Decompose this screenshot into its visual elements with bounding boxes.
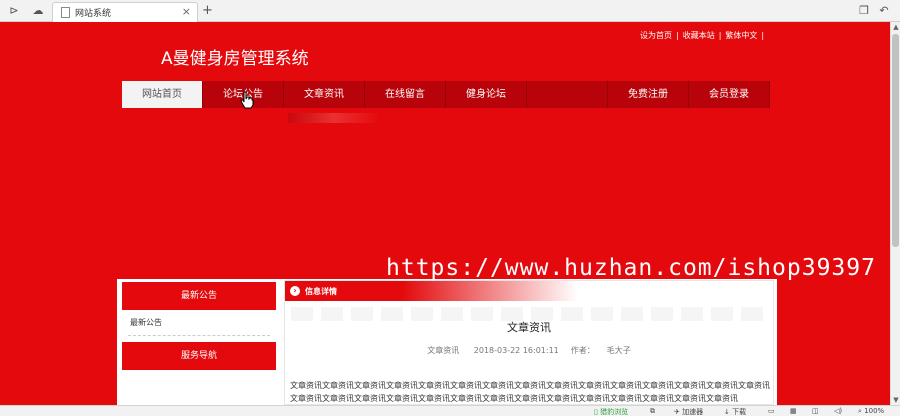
- author-label: 作者：: [570, 346, 595, 355]
- nav-item-login[interactable]: 会员登录: [689, 81, 770, 108]
- page-viewport: A曼健身房管理系统 设为首页 | 收藏本站 | 繁体中文 | 网站首页 论坛公告 文章资讯…: [0, 22, 890, 405]
- new-tab-button[interactable]: +: [202, 3, 213, 18]
- divider: |: [718, 31, 722, 40]
- browser-tab[interactable]: 网站系统 ×: [52, 2, 198, 22]
- scroll-down-icon[interactable]: ▼: [892, 396, 900, 404]
- browser-tab-bar: ⊳ ☁ 网站系统 × + ❐ ↶: [0, 0, 900, 22]
- sidebar-toggle-icon[interactable]: ⊳: [6, 3, 22, 19]
- shield-icon: ▯: [594, 408, 598, 416]
- status-bar: ▯ 猎豹浏览 ⧉ ✈ 加速器 ↓ 下载 ▭ ▦ ◫ ◁) ⌕ 100%: [0, 405, 900, 416]
- article-datetime: 2018-03-22 16:01:11: [473, 346, 559, 355]
- divider: |: [761, 31, 765, 40]
- vertical-scrollbar[interactable]: ▲ ▼: [890, 22, 900, 405]
- page-icon: [61, 7, 70, 18]
- nav-item-articles[interactable]: 文章资讯: [284, 81, 365, 108]
- service-nav-heading: 服务导航: [122, 342, 276, 370]
- article-title: 文章资讯: [507, 321, 551, 334]
- accelerator-button[interactable]: ✈ 加速器: [674, 407, 703, 416]
- notice-heading: 最新公告: [122, 282, 276, 310]
- scroll-up-icon[interactable]: ▲: [892, 23, 900, 31]
- notice-link[interactable]: 最新公告: [128, 310, 270, 328]
- window-icon[interactable]: ▭: [768, 407, 775, 415]
- nav-item-empty[interactable]: [527, 81, 608, 108]
- article-category: 文章资讯: [427, 346, 460, 355]
- article-body: 文章资讯文章资讯文章资讯文章资讯文章资讯文章资讯文章资讯文章资讯文章资讯文章资讯…: [290, 381, 770, 403]
- site-title: A曼健身房管理系统: [161, 49, 309, 69]
- zoom-level: 100%: [864, 407, 885, 415]
- safe-browse-label: 猎豹浏览: [600, 408, 629, 416]
- bookmark-link[interactable]: 收藏本站: [683, 30, 715, 41]
- arrow-right-icon: ›: [290, 286, 300, 296]
- tab-close-icon[interactable]: ×: [182, 5, 191, 18]
- article-panel: › 信息详情 文章资讯 文章资讯 2018-03-22 16:01:11 作者： 毛…: [284, 280, 774, 405]
- main-nav: 网站首页 论坛公告 文章资讯 在线留言 健身论坛 免费注册 会员登录: [122, 81, 770, 108]
- article-author: 毛大子: [606, 346, 631, 355]
- grid-icon[interactable]: ▦: [790, 407, 797, 415]
- reset-icon[interactable]: ◫: [812, 407, 819, 415]
- scrollbar-thumb[interactable]: [892, 34, 899, 247]
- set-homepage-link[interactable]: 设为首页: [640, 30, 672, 41]
- nav-item-home[interactable]: 网站首页: [122, 81, 203, 108]
- tab-title: 网站系统: [75, 9, 112, 19]
- hand-cursor-icon: [240, 91, 254, 109]
- article-panel-header: › 信息详情: [285, 281, 773, 301]
- nav-item-messages[interactable]: 在线留言: [365, 81, 446, 108]
- cloud-icon[interactable]: ☁: [30, 3, 46, 19]
- capture-icon[interactable]: ⧉: [650, 407, 655, 416]
- nav-item-register[interactable]: 免费注册: [608, 81, 689, 108]
- undo-icon[interactable]: ↶: [876, 3, 892, 19]
- divider: |: [676, 31, 679, 40]
- volume-icon[interactable]: ◁): [834, 407, 842, 415]
- top-links: 设为首页 | 收藏本站 | 繁体中文 |: [640, 30, 768, 41]
- sidebar: 最新公告 最新公告 服务导航: [122, 282, 276, 405]
- ghost-banner: [288, 113, 380, 123]
- zoom-control[interactable]: ⌕ 100%: [858, 407, 884, 416]
- safe-browse-indicator[interactable]: ▯ 猎豹浏览: [594, 407, 628, 416]
- download-button[interactable]: ↓ 下载: [724, 407, 746, 416]
- watermark-text: https://www.huzhan.com/ishop39397: [386, 255, 876, 281]
- notice-list: 最新公告: [128, 310, 270, 336]
- nav-item-forum[interactable]: 健身论坛: [446, 81, 527, 108]
- accelerator-label: 加速器: [682, 408, 704, 416]
- article-meta: 文章资讯 2018-03-22 16:01:11 作者： 毛大子: [285, 345, 773, 356]
- panel-title: 信息详情: [305, 287, 337, 296]
- download-label: 下载: [732, 408, 747, 416]
- window-restore-icon[interactable]: ❐: [856, 3, 872, 19]
- traditional-chinese-link[interactable]: 繁体中文: [725, 30, 757, 41]
